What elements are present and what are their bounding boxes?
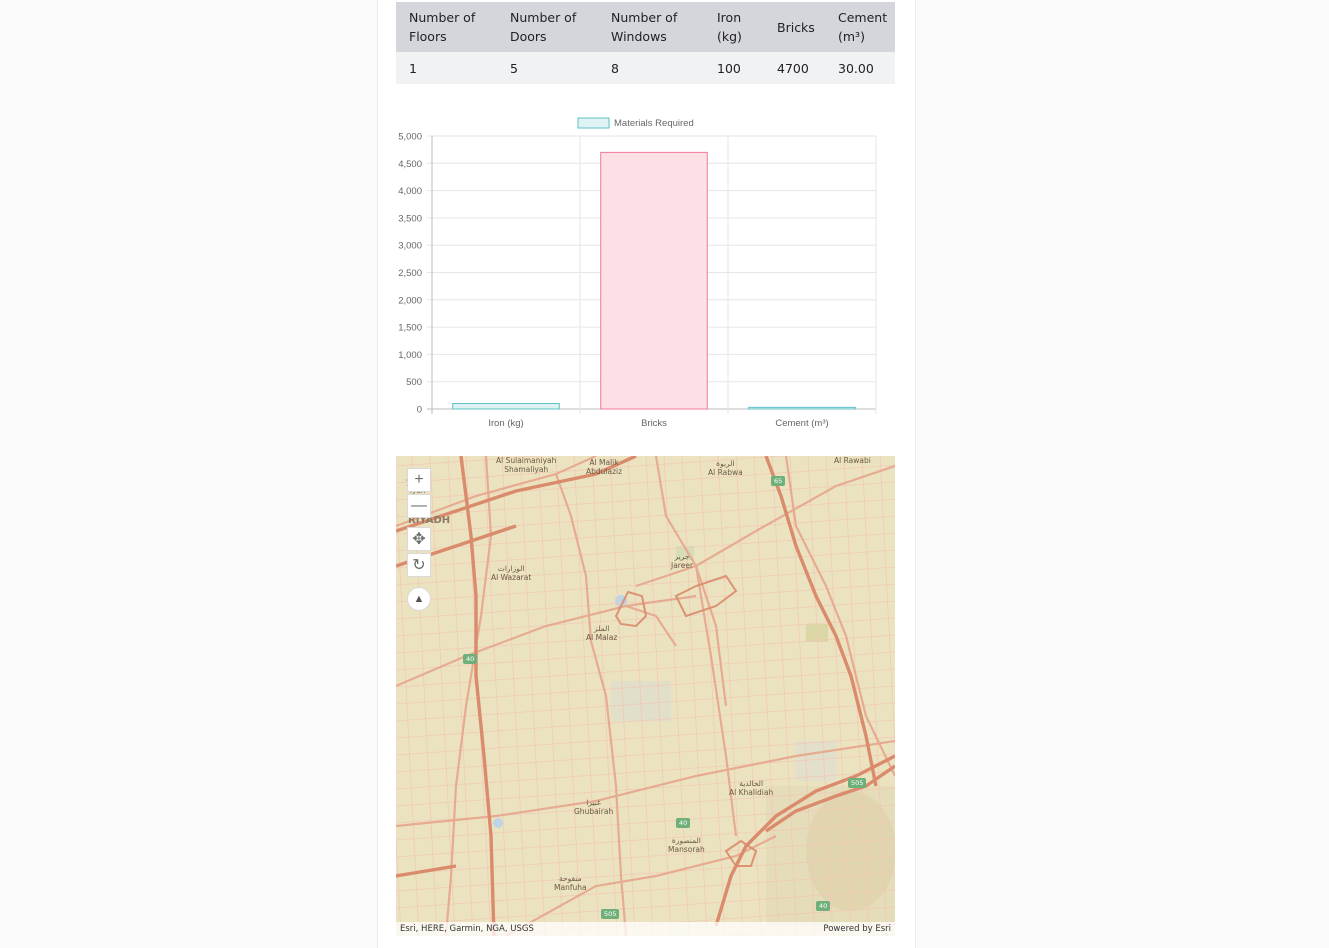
zoom-out-icon: — bbox=[411, 497, 427, 514]
map-attribution-bar: Esri, HERE, Garmin, NGA, USGS Powered by… bbox=[396, 922, 895, 936]
route-shield: 505 bbox=[601, 909, 620, 919]
y-tick-label: 4,500 bbox=[398, 159, 422, 170]
map-attribution[interactable]: Esri, HERE, Garmin, NGA, USGS bbox=[400, 922, 534, 936]
table-row: 1 5 8 100 4700 30.00 bbox=[396, 52, 895, 84]
y-tick-label: 0 bbox=[417, 405, 422, 416]
bar-1 bbox=[452, 403, 560, 410]
zoom-out-button[interactable]: — bbox=[407, 494, 431, 518]
pan-button[interactable]: ✥ bbox=[407, 527, 431, 551]
header-floors: Number of Floors bbox=[396, 2, 497, 52]
map-label: جرير Jareer bbox=[671, 552, 694, 570]
y-axis-ticks: 5,000 4,500 4,000 3,500 3,000 2,500 2,000 1,500… bbox=[398, 132, 422, 416]
y-tick-label: 3,000 bbox=[398, 241, 422, 252]
y-tick-label: 5,000 bbox=[398, 132, 422, 143]
cell-doors: 5 bbox=[497, 52, 598, 84]
basemap-tiles[interactable] bbox=[396, 456, 895, 936]
materials-bar-chart: Materials Required 5,000 4,500 4,000 3,500 3… bbox=[398, 117, 877, 429]
bar-2 bbox=[600, 151, 708, 410]
route-shield: 65 bbox=[771, 476, 786, 486]
y-tick-label: 1,000 bbox=[398, 350, 422, 361]
x-tick-label: Iron (kg) bbox=[488, 418, 523, 429]
cell-bricks: 4700 bbox=[764, 52, 825, 84]
x-tick-label: Cement (m³) bbox=[775, 418, 828, 429]
map-label: الربوة Al Rabwa bbox=[708, 459, 743, 477]
header-doors: Number of Doors bbox=[497, 2, 598, 52]
route-shield: 505 bbox=[848, 778, 867, 788]
route-shield: 40 bbox=[676, 818, 691, 828]
cell-windows: 8 bbox=[598, 52, 704, 84]
x-tick-label: Bricks bbox=[641, 418, 667, 429]
map-label: Al Sulaimaniyah Shamaliyah bbox=[496, 456, 557, 474]
bar-3 bbox=[748, 406, 856, 410]
map-view[interactable]: Al Sulaimaniyah Shamaliyah Al Malik Abdulaz… bbox=[396, 456, 895, 936]
powered-by-esri[interactable]: Powered by Esri bbox=[823, 922, 891, 936]
map-label: Al Rawabi bbox=[834, 456, 871, 465]
y-tick-label: 4,000 bbox=[398, 186, 422, 197]
materials-table: Number of Floors Number of Doors Number of… bbox=[396, 2, 895, 84]
compass-icon: ▲ bbox=[413, 593, 425, 605]
cell-floors: 1 bbox=[396, 52, 497, 84]
legend-swatch bbox=[577, 117, 610, 129]
compass-button[interactable]: ▲ bbox=[407, 587, 431, 611]
map-label: Al Malik Abdulaziz bbox=[586, 458, 623, 476]
y-tick-label: 3,500 bbox=[398, 213, 422, 224]
y-tick-label: 2,000 bbox=[398, 295, 422, 306]
legend-label: Materials Required bbox=[614, 118, 694, 129]
rotate-button[interactable]: ↻ bbox=[407, 553, 431, 577]
map-label: الوزارات Al Wazarat bbox=[491, 564, 532, 582]
x-axis-ticks: Iron (kg) Bricks Cement (m³) bbox=[488, 418, 828, 429]
zoom-in-icon: + bbox=[414, 471, 424, 488]
map-label: الخالدية Al Khalidiah bbox=[729, 779, 774, 797]
zoom-in-button[interactable]: + bbox=[407, 468, 431, 492]
map-label: منفوحة Manfuha bbox=[554, 874, 587, 892]
y-tick-label: 2,500 bbox=[398, 268, 422, 279]
cell-iron: 100 bbox=[704, 52, 764, 84]
table-header-row: Number of Floors Number of Doors Number of… bbox=[396, 2, 895, 52]
map-label: غبيرا Ghubairah bbox=[574, 798, 614, 816]
header-iron: Iron (kg) bbox=[704, 2, 764, 52]
rotate-icon: ↻ bbox=[412, 557, 426, 574]
chart-legend[interactable]: Materials Required bbox=[577, 117, 694, 129]
header-bricks: Bricks bbox=[764, 2, 825, 52]
route-shield: 40 bbox=[816, 901, 831, 911]
map-label: المنصورة Mansorah bbox=[668, 836, 705, 854]
cell-cement: 30.00 bbox=[825, 52, 895, 84]
header-cement: Cement (m³) bbox=[825, 2, 895, 52]
map-label: الملز Al Malaz bbox=[586, 624, 618, 642]
y-tick-label: 500 bbox=[406, 377, 422, 388]
pan-icon: ✥ bbox=[412, 531, 426, 548]
header-windows: Number of Windows bbox=[598, 2, 704, 52]
route-shield: 40 bbox=[463, 654, 478, 664]
y-tick-label: 1,500 bbox=[398, 323, 422, 334]
